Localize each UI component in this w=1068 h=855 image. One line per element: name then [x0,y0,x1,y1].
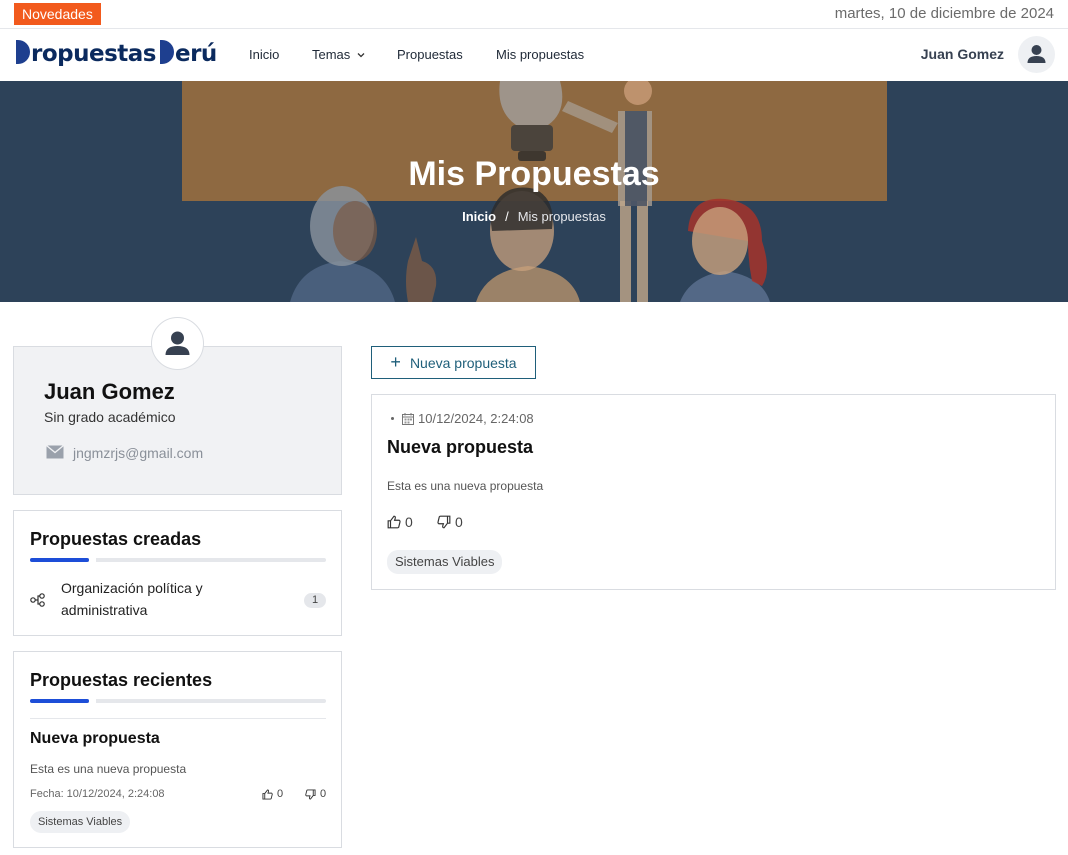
title-underline [30,699,326,703]
new-proposal-button[interactable]: + Nueva propuesta [371,346,536,379]
dislike-button[interactable]: 0 [437,514,463,530]
thumbs-down-icon [437,515,451,529]
breadcrumb-separator: / [505,209,509,224]
nav-temas-label: Temas [312,47,351,62]
title-underline-accent [30,558,89,562]
created-proposals-title: Propuestas creadas [30,529,202,549]
mail-icon [46,445,64,459]
like-button[interactable]: 0 [387,514,413,530]
divider [30,718,326,719]
recent-like-count: 0 [277,788,284,800]
proposal-meta: 10/12/2024, 2:24:08 [391,411,534,426]
new-proposal-button-label: Nueva propuesta [409,354,517,371]
nav-inicio[interactable]: Inicio [249,47,279,62]
like-count: 0 [405,514,413,530]
news-badge[interactable]: Novedades [14,3,101,25]
profile-degree: Sin grado académico [44,409,176,425]
profile-avatar [151,317,204,370]
thumbs-up-icon [387,515,401,529]
created-proposals-card: Propuestas creadas Organización política… [13,510,342,636]
title-underline-accent [30,699,89,703]
site-logo[interactable]: ropuestas erú [16,40,217,70]
breadcrumb-home[interactable]: Inicio [462,209,496,224]
thumbs-up-icon [262,788,273,800]
user-icon [1027,45,1046,63]
recent-proposals-title: Propuestas recientes [30,670,213,690]
recent-dislike-count: 0 [320,788,327,800]
logo-p-shape [16,40,30,64]
recent-like-button[interactable]: 0 [262,788,283,800]
logo-p-shape [159,40,174,64]
user-avatar[interactable] [1018,36,1055,73]
recent-proposals-card: Propuestas recientes Nueva propuesta Est… [13,651,342,848]
recent-dislike-button[interactable]: 0 [305,788,326,800]
tag-chip[interactable]: Sistemas Viables [387,550,503,574]
title-underline-gap [89,699,96,703]
hero-banner: Mis Propuestas Inicio / Mis propuestas [0,81,1068,302]
logo-text-2: erú [174,41,217,67]
proposal-description: Esta es una nueva propuesta [387,479,544,493]
thumbs-down-icon [305,788,316,800]
user-icon [165,331,190,355]
proposal-title[interactable]: Nueva propuesta [387,437,533,458]
nav-mis-propuestas[interactable]: Mis propuestas [496,47,584,62]
logo-text-1: ropuestas [31,41,156,67]
breadcrumb: Inicio / Mis propuestas [0,209,1068,224]
proposal-date: 10/12/2024, 2:24:08 [418,411,534,426]
recent-item-description: Esta es una nueva propuesta [30,762,187,776]
title-underline [30,558,326,562]
sitemap-icon [30,593,45,607]
profile-name: Juan Gomez [44,379,175,404]
top-bar: Novedades martes, 10 de diciembre de 202… [0,0,1068,29]
category-count-badge: 1 [304,593,326,608]
title-underline-gap [89,558,96,562]
user-name[interactable]: Juan Gomez [921,46,1004,62]
breadcrumb-current: Mis propuestas [517,209,606,224]
nav-propuestas[interactable]: Propuestas [397,47,463,62]
profile-email[interactable]: jngmzrjs@gmail.com [73,445,203,461]
chevron-down-icon [357,53,365,58]
category-label[interactable]: Organización política y administrativa [61,577,241,621]
main-navbar: ropuestas erú Inicio Temas Propuestas Mis… [0,29,1068,81]
tag-chip[interactable]: Sistemas Viables [30,811,131,833]
recent-item-date: Fecha: 10/12/2024, 2:24:08 [30,788,165,800]
current-date: martes, 10 de diciembre de 2024 [834,5,1054,22]
plus-icon: + [390,351,401,372]
dislike-count: 0 [455,514,463,530]
bullet [391,417,394,420]
page-title: Mis Propuestas [408,155,660,193]
calendar-icon [402,412,414,425]
nav-temas[interactable]: Temas [312,47,365,62]
recent-item-title[interactable]: Nueva propuesta [30,730,160,748]
proposal-card[interactable]: 10/12/2024, 2:24:08 Nueva propuesta Esta… [371,394,1056,590]
